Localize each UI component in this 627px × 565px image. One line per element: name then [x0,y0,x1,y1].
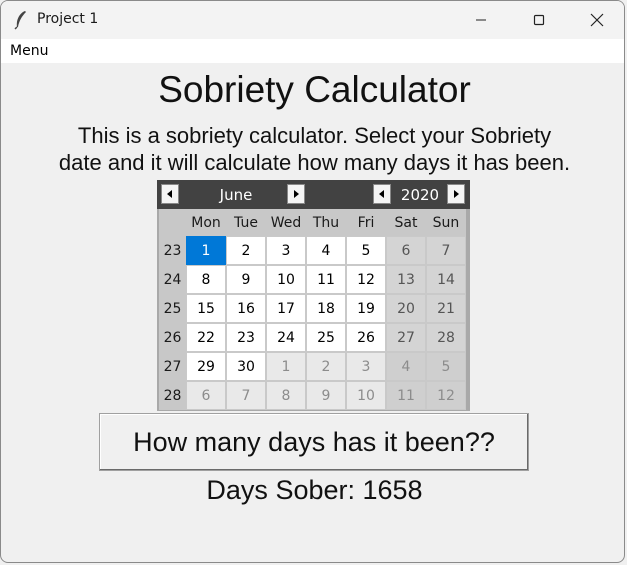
description-line-1: This is a sobriety calculator. Select yo… [77,123,552,148]
calendar-day[interactable]: 3 [346,352,386,381]
calendar-day[interactable]: 12 [426,381,466,410]
calendar-day[interactable]: 6 [186,381,226,410]
date-calendar: June 2020 Mon Tue Wed Thu Fri Sat Sun 23 1 2 3 4 5 6 7… [157,180,470,411]
menu-button[interactable]: Menu [10,43,48,59]
calendar-day[interactable]: 14 [426,265,466,294]
calendar-day[interactable]: 25 [306,323,346,352]
calendar-day[interactable]: 11 [386,381,426,410]
calendar-day[interactable]: 2 [306,352,346,381]
week-number: 25 [159,294,186,323]
arrow-left-icon [379,190,384,198]
calendar-header: June 2020 [157,180,470,209]
year-label: 2020 [400,186,440,204]
calendar-day[interactable]: 8 [186,265,226,294]
calendar-day[interactable]: 1 [266,352,306,381]
calendar-day[interactable]: 5 [426,352,466,381]
next-year-button[interactable] [447,184,465,204]
calendar-day[interactable]: 26 [346,323,386,352]
menu-bar: Menu [1,39,624,63]
weekday-header: Wed [266,209,306,236]
calendar-day[interactable]: 28 [426,323,466,352]
calendar-day[interactable]: 15 [186,294,226,323]
calendar-day[interactable]: 18 [306,294,346,323]
calendar-day[interactable]: 30 [226,352,266,381]
window-title: Project 1 [37,11,99,27]
calendar-day[interactable]: 5 [346,236,386,265]
maximize-icon [533,14,545,26]
calendar-day[interactable]: 27 [386,323,426,352]
calendar-day[interactable]: 22 [186,323,226,352]
minimize-icon [476,19,486,21]
next-month-button[interactable] [287,184,305,204]
close-icon [590,13,604,27]
calendar-day[interactable]: 3 [266,236,306,265]
calendar-day[interactable]: 23 [226,323,266,352]
calendar-day[interactable]: 11 [306,265,346,294]
calendar-day[interactable]: 10 [266,265,306,294]
calendar-day[interactable]: 2 [226,236,266,265]
week-number: 23 [159,236,186,265]
calendar-day[interactable]: 7 [426,236,466,265]
calendar-day[interactable]: 17 [266,294,306,323]
weekday-header: Sat [386,209,426,236]
week-number: 28 [159,381,186,410]
month-label: June [219,186,253,204]
weekday-header: Tue [226,209,266,236]
prev-year-button[interactable] [373,184,391,204]
calendar-day[interactable]: 7 [226,381,266,410]
days-sober-result: Days Sober: 1658 [206,475,423,505]
arrow-right-icon [294,190,299,198]
maximize-button[interactable] [510,1,568,39]
prev-month-button[interactable] [161,184,179,204]
calendar-day[interactable]: 4 [386,352,426,381]
calculate-button[interactable]: How many days has it been?? [99,413,529,471]
weekday-header: Thu [306,209,346,236]
calendar-day[interactable]: 12 [346,265,386,294]
week-number: 24 [159,265,186,294]
calendar-day[interactable]: 8 [266,381,306,410]
calendar-day[interactable]: 21 [426,294,466,323]
description: This is a sobriety calculator. Select yo… [1,122,624,176]
weekday-corner [159,209,186,236]
weekday-header: Fri [346,209,386,236]
calendar-day-selected[interactable]: 1 [186,236,226,265]
title-bar: Project 1 [1,1,624,39]
calendar-day[interactable]: 29 [186,352,226,381]
weekday-header: Sun [426,209,466,236]
arrow-right-icon [454,190,459,198]
calendar-day[interactable]: 9 [226,265,266,294]
weekday-header: Mon [186,209,226,236]
description-line-2: date and it will calculate how many days… [58,150,571,175]
calendar-day[interactable]: 9 [306,381,346,410]
feather-icon [14,11,26,30]
calendar-day[interactable]: 16 [226,294,266,323]
calendar-day[interactable]: 4 [306,236,346,265]
week-number: 27 [159,352,186,381]
week-number: 26 [159,323,186,352]
close-button[interactable] [568,1,624,39]
calendar-day[interactable]: 13 [386,265,426,294]
calendar-day[interactable]: 24 [266,323,306,352]
minimize-button[interactable] [452,1,510,39]
app-window: Project 1 Menu Sobriety Calculator This … [0,0,625,563]
arrow-left-icon [167,190,172,198]
page-title: Sobriety Calculator [158,69,471,110]
calendar-day[interactable]: 10 [346,381,386,410]
calendar-day[interactable]: 20 [386,294,426,323]
calendar-day[interactable]: 6 [386,236,426,265]
calendar-day[interactable]: 19 [346,294,386,323]
